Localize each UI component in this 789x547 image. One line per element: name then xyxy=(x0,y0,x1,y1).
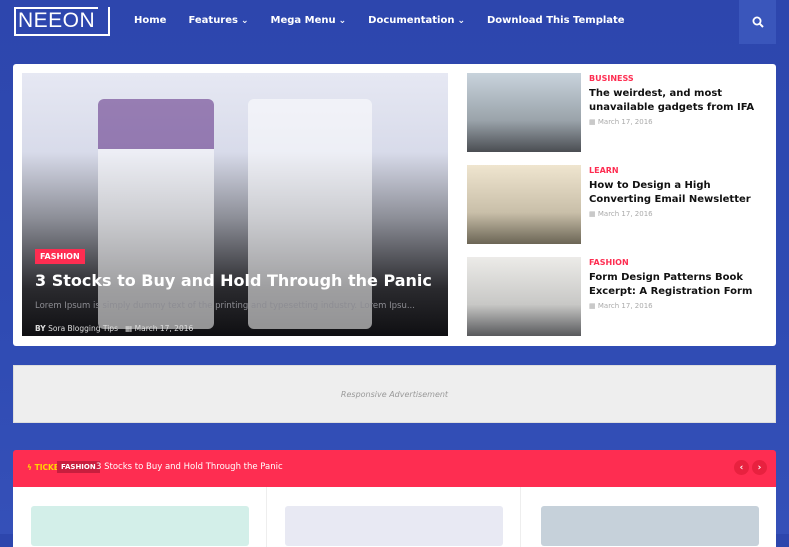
calendar-icon: ▦ xyxy=(589,118,596,126)
search-icon xyxy=(752,16,764,28)
menu-documentation[interactable]: Documentation ⌄ xyxy=(368,15,465,26)
chevron-down-icon: ⌄ xyxy=(240,15,249,26)
side-post[interactable]: FASHION Form Design Patterns Book Excerp… xyxy=(467,257,767,336)
post-excerpt: Lorem Ipsum is simply dummy text of the … xyxy=(35,301,415,311)
chevron-right-icon: › xyxy=(757,462,762,473)
side-post[interactable]: BUSINESS The weirdest, and most unavaila… xyxy=(467,73,767,152)
post-title[interactable]: How to Design a High Converting Email Ne… xyxy=(589,179,767,206)
author-link[interactable]: Sora Blogging Tips xyxy=(48,324,118,333)
post-date: ▦ March 17, 2016 xyxy=(589,302,653,310)
post-thumbnail[interactable] xyxy=(467,165,581,244)
grid-column xyxy=(267,487,521,547)
calendar-icon: ▦ xyxy=(589,302,596,310)
category-label[interactable]: BUSINESS xyxy=(589,74,634,83)
post-title[interactable]: 3 Stocks to Buy and Hold Through the Pan… xyxy=(35,271,432,290)
category-label[interactable]: LEARN xyxy=(589,166,619,175)
menu-home[interactable]: Home xyxy=(134,15,166,26)
side-post[interactable]: LEARN How to Design a High Converting Em… xyxy=(467,165,767,244)
top-navigation: NEEON Home Features ⌄ Mega Menu ⌄ Document… xyxy=(0,0,789,44)
category-badge[interactable]: FASHION xyxy=(35,249,85,264)
search-button[interactable] xyxy=(739,0,776,44)
post-thumbnail[interactable] xyxy=(31,506,249,546)
menu-download-template[interactable]: Download This Template xyxy=(487,15,625,26)
menu-mega-menu[interactable]: Mega Menu ⌄ xyxy=(271,15,347,26)
news-ticker: ϟ TICKER FASHION 3 Stocks to Buy and Hol… xyxy=(13,450,776,487)
featured-section: FASHION 3 Stocks to Buy and Hold Through… xyxy=(13,64,776,346)
ticker-next-button[interactable]: › xyxy=(752,460,767,475)
post-thumbnail[interactable] xyxy=(467,73,581,152)
main-menu: Home Features ⌄ Mega Menu ⌄ Documentation ⌄… xyxy=(134,15,647,26)
category-badge[interactable]: FASHION xyxy=(57,461,100,473)
post-date: ▦ March 17, 2016 xyxy=(589,118,653,126)
calendar-icon: ▦ xyxy=(125,324,133,333)
post-thumbnail[interactable] xyxy=(541,506,759,546)
chevron-down-icon: ⌄ xyxy=(457,15,465,26)
post-thumbnail[interactable] xyxy=(285,506,503,546)
post-title[interactable]: Form Design Patterns Book Excerpt: A Reg… xyxy=(589,271,767,298)
calendar-icon: ▦ xyxy=(589,210,596,218)
category-label[interactable]: FASHION xyxy=(589,258,629,267)
ticker-item[interactable]: 3 Stocks to Buy and Hold Through the Pan… xyxy=(96,462,283,472)
lightning-icon: ϟ xyxy=(27,463,32,472)
post-grid xyxy=(13,487,776,547)
ticker-prev-button[interactable]: ‹ xyxy=(734,460,749,475)
chevron-down-icon: ⌄ xyxy=(338,15,347,26)
chevron-left-icon: ‹ xyxy=(739,462,744,473)
advertisement[interactable]: Responsive Advertisement xyxy=(13,365,776,423)
post-image xyxy=(98,99,214,329)
grid-column xyxy=(521,487,776,547)
post-image xyxy=(248,99,372,329)
menu-features[interactable]: Features ⌄ xyxy=(188,15,248,26)
post-thumbnail[interactable] xyxy=(467,257,581,336)
logo[interactable]: NEEON xyxy=(14,7,110,36)
post-title[interactable]: The weirdest, and most unavailable gadge… xyxy=(589,87,767,114)
grid-column xyxy=(13,487,267,547)
featured-post[interactable]: FASHION 3 Stocks to Buy and Hold Through… xyxy=(22,73,448,336)
post-date: ▦ March 17, 2016 xyxy=(589,210,653,218)
post-meta: BY Sora Blogging Tips ▦ March 17, 2016 xyxy=(35,324,194,333)
